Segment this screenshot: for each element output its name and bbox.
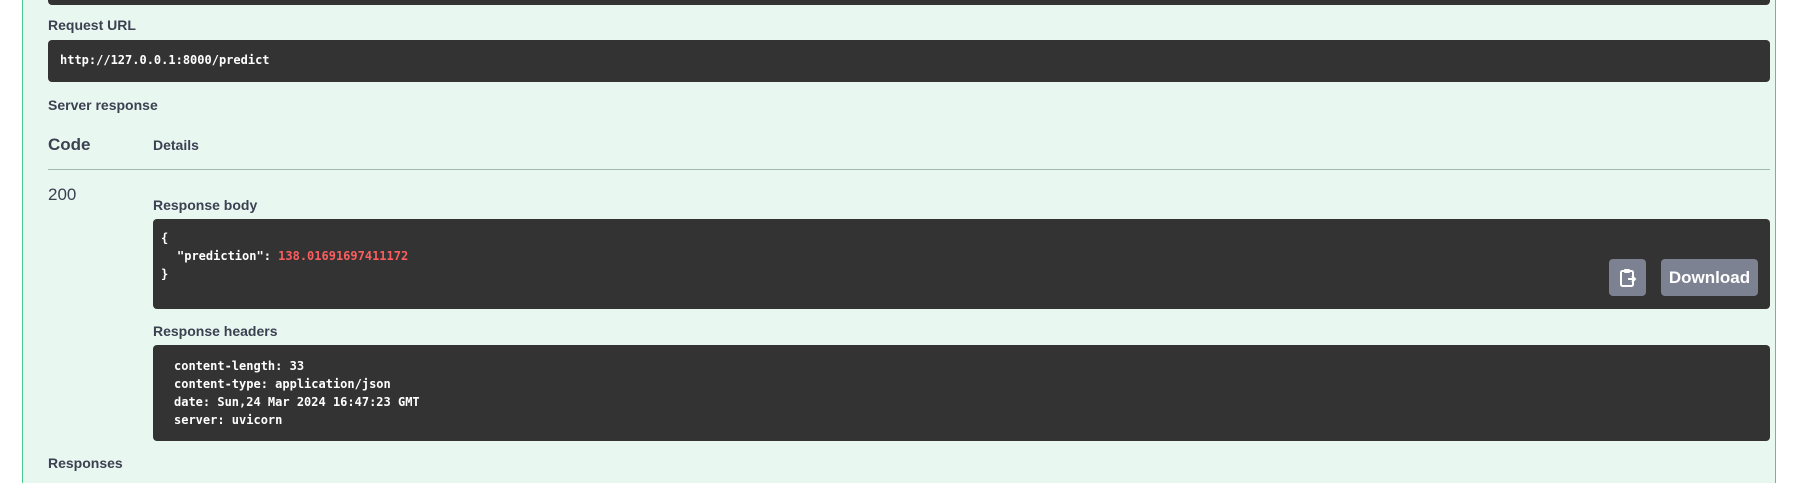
response-body-label: Response body — [153, 197, 258, 213]
json-line: "prediction": 138.01691697411172 — [161, 247, 1762, 265]
request-url-value: http://127.0.0.1:8000/predict — [48, 40, 1770, 82]
json-open-brace: { — [161, 231, 169, 245]
json-key: "prediction" — [177, 249, 264, 263]
response-headers-block: content-length: 33 content-type: applica… — [153, 345, 1770, 441]
curl-code-block — [48, 0, 1770, 5]
server-response-label: Server response — [48, 97, 158, 113]
request-url-label: Request URL — [48, 17, 136, 33]
table-divider — [48, 169, 1770, 170]
responses-section-label: Responses — [48, 455, 123, 471]
response-body-block: { "prediction": 138.01691697411172 } — [153, 219, 1770, 309]
header-line: server: uvicorn — [174, 413, 283, 427]
clipboard-icon — [1619, 268, 1636, 287]
download-button[interactable]: Download — [1661, 259, 1758, 296]
prediction-value: 138.01691697411172 — [278, 249, 409, 263]
details-column-header: Details — [153, 137, 199, 153]
response-status-code: 200 — [48, 185, 77, 204]
code-column-header: Code — [48, 135, 91, 154]
copy-to-clipboard-button[interactable] — [1609, 259, 1646, 296]
header-line: date: Sun,24 Mar 2024 16:47:23 GMT — [174, 395, 420, 409]
header-line: content-type: application/json — [174, 377, 391, 391]
header-line: content-length: 33 — [174, 359, 305, 373]
json-close-brace: } — [161, 267, 169, 281]
json-separator: : — [263, 249, 279, 263]
response-headers-label: Response headers — [153, 323, 278, 339]
